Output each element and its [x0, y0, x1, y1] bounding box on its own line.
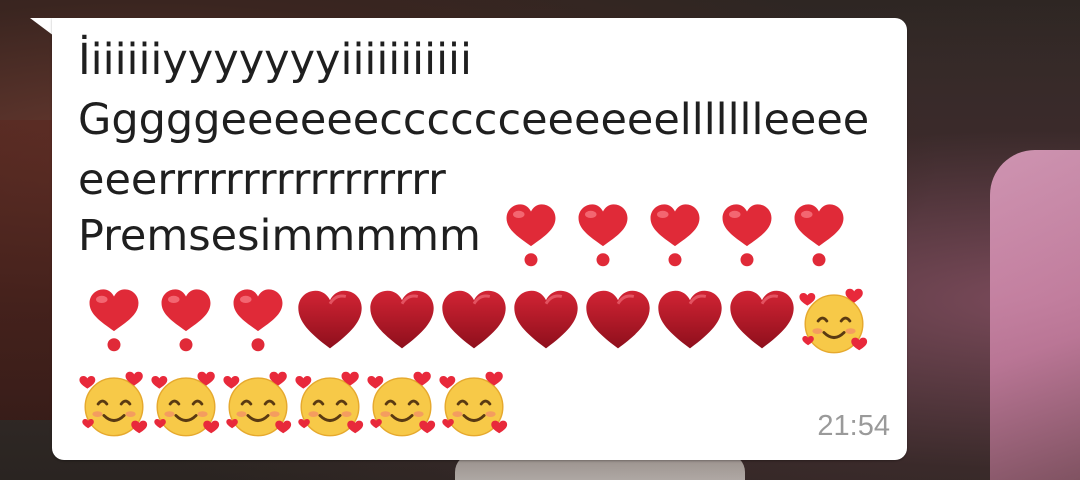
- smiling-face-with-hearts-icon: [439, 371, 508, 437]
- message-bubble-tail: [30, 18, 54, 36]
- heart-exclamation-icon: [89, 289, 139, 352]
- red-heart-icon: [370, 290, 434, 349]
- background-photo-left: [0, 120, 60, 420]
- message-line-4: Premsesimmmmm: [78, 200, 855, 272]
- smiling-face-with-hearts-icon: [79, 371, 148, 437]
- red-heart-icon: [442, 290, 506, 349]
- smiling-face-with-hearts-icon: [799, 288, 868, 354]
- background-photo-right: [990, 150, 1080, 480]
- red-heart-icon: [514, 290, 578, 349]
- emoji-row-2: [78, 285, 870, 357]
- message-timestamp: 21:54: [817, 410, 890, 442]
- heart-exclamation-icon: [578, 204, 628, 267]
- heart-exclamation-icon: [506, 204, 556, 267]
- smiling-face-with-hearts-icon: [295, 371, 364, 437]
- smiling-face-with-hearts-icon: [367, 371, 436, 437]
- red-heart-icon: [658, 290, 722, 349]
- red-heart-icon: [586, 290, 650, 349]
- smiling-face-with-hearts-icon: [223, 371, 292, 437]
- message-text: İiiiiiiyyyyyyyiiiiiiiiiii Gggggeeeeeeccc…: [78, 30, 888, 210]
- emoji-row-1: [495, 200, 855, 272]
- heart-exclamation-icon: [161, 289, 211, 352]
- red-heart-icon: [730, 290, 794, 349]
- emoji-row-3: [78, 368, 510, 440]
- heart-exclamation-icon: [722, 204, 772, 267]
- red-heart-icon: [298, 290, 362, 349]
- message-line-4-text: Premsesimmmmm: [78, 211, 481, 261]
- smiling-face-with-hearts-icon: [151, 371, 220, 437]
- heart-exclamation-icon: [650, 204, 700, 267]
- heart-exclamation-icon: [794, 204, 844, 267]
- message-line-2: Gggggeeeeeecccccceeeeeellllllleeee: [78, 95, 870, 145]
- message-line-1: İiiiiiiyyyyyyyiiiiiiiiiii: [78, 35, 472, 85]
- heart-exclamation-icon: [233, 289, 283, 352]
